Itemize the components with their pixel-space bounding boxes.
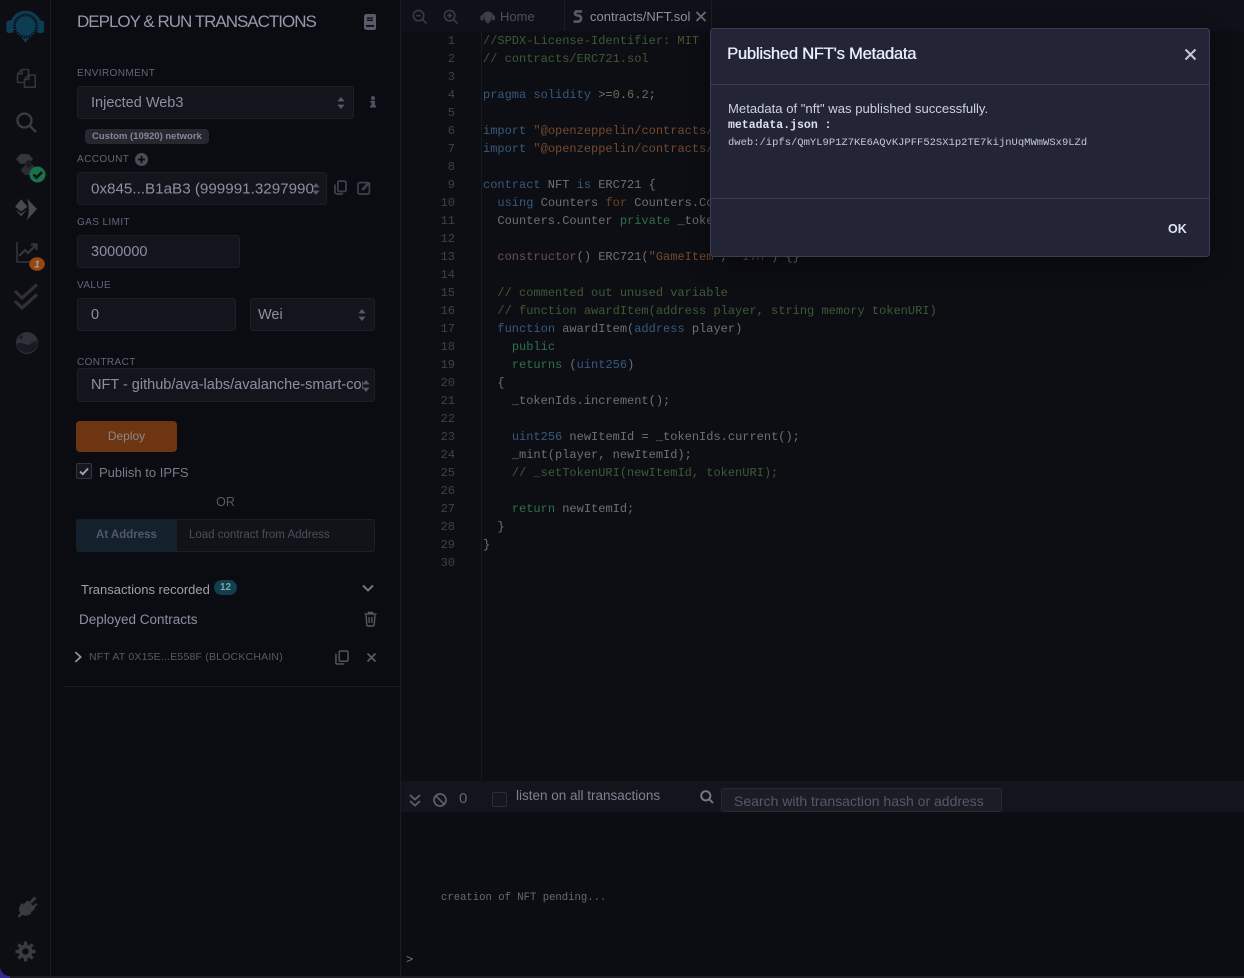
svg-text:1: 1 [34, 260, 40, 271]
